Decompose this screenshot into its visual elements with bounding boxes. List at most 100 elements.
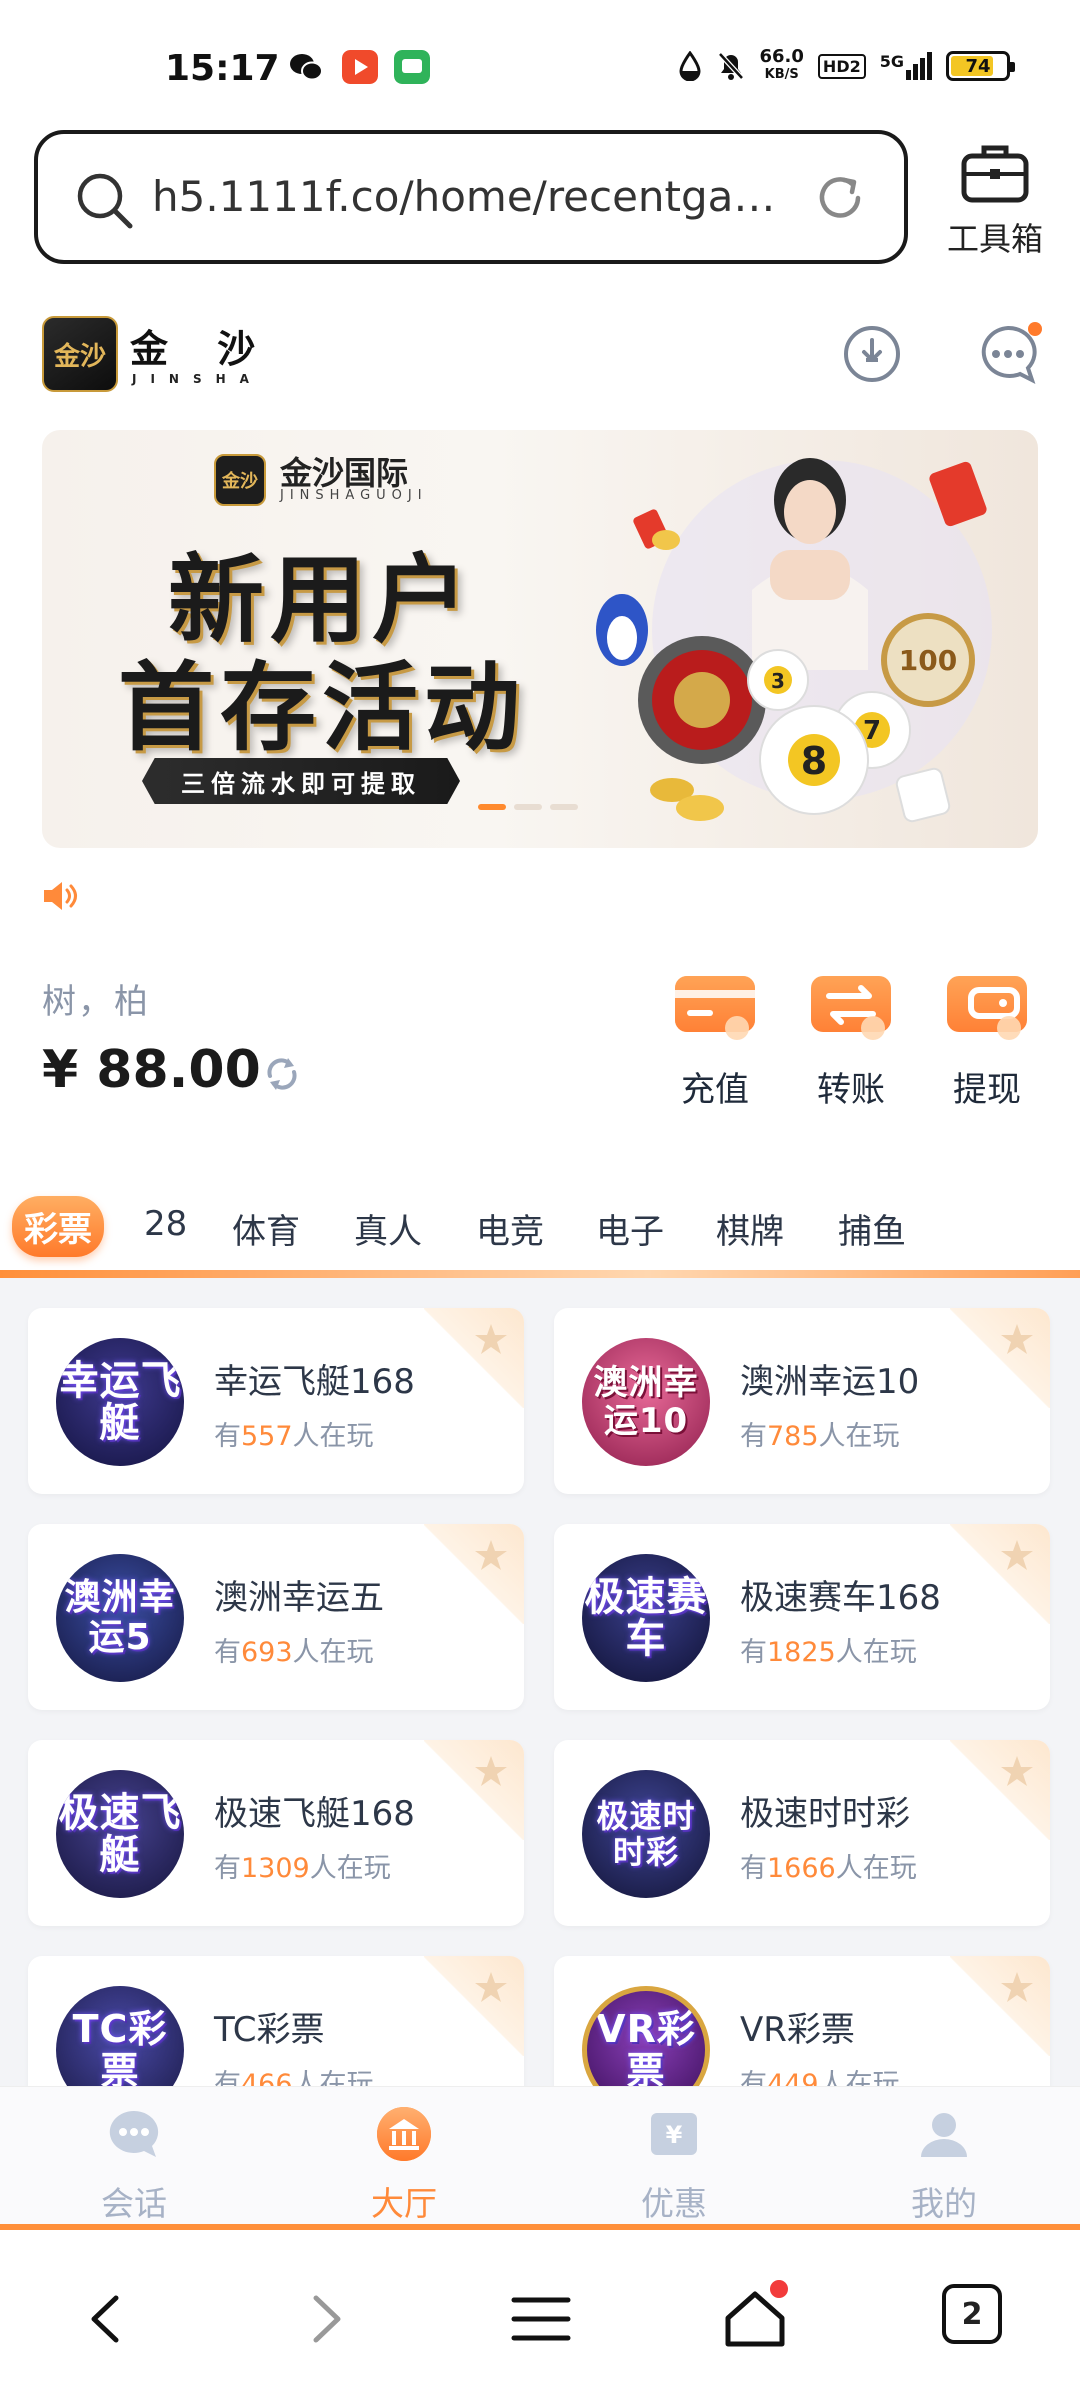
refresh-balance-icon[interactable] — [262, 1054, 302, 1094]
players-count: 449 — [767, 2069, 819, 2086]
battery-icon: 74 — [946, 51, 1015, 81]
wechat-icon — [290, 54, 323, 81]
tabs-count-button[interactable]: 2 — [942, 2284, 1002, 2344]
toolbox-icon — [961, 145, 1029, 203]
url-text[interactable]: h5.1111f.co/home/recentgame?... — [152, 172, 792, 221]
battery-level: 74 — [965, 55, 991, 77]
favorite-star-icon[interactable] — [474, 1754, 508, 1788]
tab-slots[interactable]: 电子 — [596, 1204, 664, 1253]
players-count: 1666 — [767, 1853, 836, 1884]
nav-chat[interactable]: 会话 — [64, 2105, 204, 2225]
players-prefix: 有 — [214, 1637, 241, 1668]
notification-dot — [1028, 322, 1042, 336]
game-players: 有449人在玩 — [740, 2062, 900, 2086]
game-name: 幸运飞艇168 — [214, 1362, 415, 1402]
game-players: 有693人在玩 — [214, 1630, 374, 1669]
game-card[interactable]: VR彩票 VR彩票 有449人在玩 — [554, 1956, 1050, 2086]
players-count: 785 — [767, 1421, 819, 1452]
favorite-star-icon[interactable] — [474, 1970, 508, 2004]
game-card[interactable]: 澳洲幸运10 澳洲幸运10 有785人在玩 — [554, 1308, 1050, 1494]
game-card[interactable]: 极速飞艇 极速飞艇168 有1309人在玩 — [28, 1740, 524, 1926]
game-icon: VR彩票 — [582, 1986, 710, 2086]
favorite-star-icon[interactable] — [1000, 1970, 1034, 2004]
game-name: 极速赛车168 — [740, 1578, 941, 1618]
reload-icon[interactable] — [812, 170, 868, 226]
game-players: 有1309人在玩 — [214, 1846, 391, 1885]
tab-lottery[interactable]: 彩票 — [12, 1196, 104, 1257]
browser-nav: 2 — [0, 2230, 1080, 2400]
nav-promotions-label: 优惠 — [641, 2184, 707, 2223]
tab-live[interactable]: 真人 — [354, 1204, 422, 1253]
nav-promotions[interactable]: ¥ 优惠 — [604, 2105, 744, 2225]
message-app-icon — [394, 50, 430, 84]
game-card[interactable]: 极速赛车 极速赛车168 有1825人在玩 — [554, 1524, 1050, 1710]
favorite-star-icon[interactable] — [1000, 1754, 1034, 1788]
menu-icon[interactable] — [506, 2284, 576, 2354]
nav-chat-label: 会话 — [101, 2184, 167, 2223]
svg-text:¥: ¥ — [666, 2121, 683, 2149]
banner-dot-active — [478, 804, 506, 810]
transfer-button[interactable]: 转账 — [796, 968, 906, 1111]
players-suffix: 人在玩 — [292, 1637, 374, 1668]
transfer-icon — [811, 976, 891, 1040]
game-name: 澳洲幸运五 — [214, 1578, 384, 1618]
favorite-star-icon[interactable] — [474, 1322, 508, 1356]
game-grid: 幸运飞艇 幸运飞艇168 有557人在玩 澳洲幸运10 澳洲幸运10 有785人… — [0, 1278, 1080, 2086]
net-speed-value: 66.0 — [759, 46, 804, 67]
deposit-button[interactable]: 充值 — [660, 968, 770, 1111]
banner-brand: 金沙 金沙国际 JINSHAGUOJI — [214, 454, 428, 506]
game-players: 有785人在玩 — [740, 1414, 900, 1453]
players-suffix: 人在玩 — [292, 1421, 374, 1452]
favorite-star-icon[interactable] — [1000, 1538, 1034, 1572]
withdraw-button[interactable]: 提现 — [932, 968, 1042, 1111]
withdraw-label: 提现 — [953, 1070, 1021, 1110]
nav-profile[interactable]: 我的 — [874, 2105, 1014, 2225]
game-players: 有1825人在玩 — [740, 1630, 917, 1669]
app-name-en: JINSHA — [132, 372, 263, 386]
tabs-divider — [0, 1270, 1080, 1278]
game-card[interactable]: TC彩票 TC彩票 有466人在玩 — [28, 1956, 524, 2086]
nav-hall[interactable]: 大厅 — [334, 2105, 474, 2225]
game-name: 澳洲幸运10 — [740, 1362, 920, 1402]
toolbox-button[interactable]: 工具箱 — [930, 140, 1060, 260]
game-name: 极速时时彩 — [740, 1794, 910, 1834]
forward-icon[interactable] — [290, 2284, 360, 2354]
message-button[interactable] — [976, 322, 1042, 386]
game-icon: TC彩票 — [56, 1986, 184, 2086]
app-logo[interactable]: 金沙 — [42, 316, 118, 392]
home-button[interactable] — [720, 2280, 790, 2354]
players-suffix: 人在玩 — [835, 1853, 917, 1884]
banner-title-line2: 首存活动 — [118, 652, 526, 764]
address-bar[interactable]: h5.1111f.co/home/recentgame?... — [34, 130, 908, 264]
game-card[interactable]: 幸运飞艇 幸运飞艇168 有557人在玩 — [28, 1308, 524, 1494]
category-tabs: 彩票 28 体育 真人 电竞 电子 棋牌 捕鱼 — [0, 1190, 1080, 1270]
home-notification-dot — [770, 2280, 788, 2298]
speaker-icon[interactable] — [40, 876, 80, 916]
favorite-star-icon[interactable] — [474, 1538, 508, 1572]
wallet-icon — [947, 976, 1027, 1040]
tab-sports[interactable]: 体育 — [232, 1204, 300, 1253]
game-card[interactable]: 极速时时彩 极速时时彩 有1666人在玩 — [554, 1740, 1050, 1926]
tab-cards[interactable]: 棋牌 — [716, 1204, 784, 1253]
tab-esports[interactable]: 电竞 — [476, 1204, 544, 1253]
nav-hall-label: 大厅 — [371, 2184, 437, 2223]
bottom-nav: 会话 大厅 ¥ 优惠 我的 — [0, 2086, 1080, 2226]
profile-icon — [921, 2113, 967, 2157]
game-players: 有1666人在玩 — [740, 1846, 917, 1885]
tab-fishing[interactable]: 捕鱼 — [838, 1204, 906, 1253]
game-name: 极速飞艇168 — [214, 1794, 415, 1834]
promo-banner[interactable]: 金沙 金沙国际 JINSHAGUOJI 新用户 首存活动 三倍流水即可提取 10… — [42, 430, 1038, 848]
hall-icon — [377, 2107, 431, 2161]
coupon-icon: ¥ — [651, 2113, 697, 2155]
players-count: 466 — [241, 2069, 293, 2086]
players-prefix: 有 — [214, 1421, 241, 1452]
download-icon[interactable] — [840, 322, 904, 386]
game-card[interactable]: 澳洲幸运5 澳洲幸运五 有693人在玩 — [28, 1524, 524, 1710]
signal-type: 5G — [879, 52, 904, 71]
players-count: 1309 — [241, 1853, 310, 1884]
status-time: 15:17 — [165, 48, 280, 89]
players-prefix: 有 — [740, 1853, 767, 1884]
back-icon[interactable] — [72, 2284, 142, 2354]
favorite-star-icon[interactable] — [1000, 1322, 1034, 1356]
tab-28[interactable]: 28 — [144, 1204, 187, 1244]
